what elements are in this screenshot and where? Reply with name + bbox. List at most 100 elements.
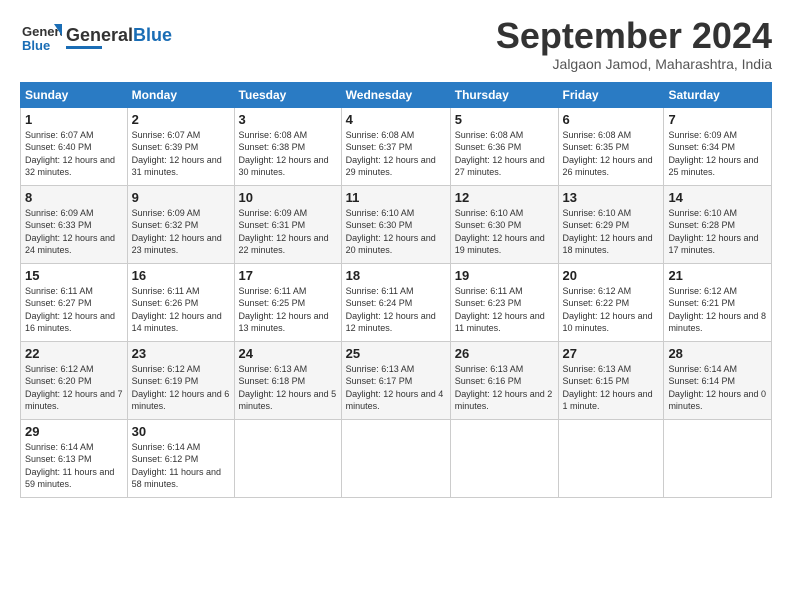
col-friday: Friday (558, 82, 664, 107)
day-number: 22 (25, 346, 123, 361)
day-number: 14 (668, 190, 767, 205)
day-detail: Sunrise: 6:08 AMSunset: 6:37 PMDaylight:… (346, 129, 446, 179)
logo-blue: Blue (133, 25, 172, 45)
day-number: 18 (346, 268, 446, 283)
day-detail: Sunrise: 6:09 AMSunset: 6:34 PMDaylight:… (668, 129, 767, 179)
day-detail: Sunrise: 6:07 AMSunset: 6:40 PMDaylight:… (25, 129, 123, 179)
day-number: 10 (239, 190, 337, 205)
day-number: 25 (346, 346, 446, 361)
calendar-cell: 2 Sunrise: 6:07 AMSunset: 6:39 PMDayligh… (127, 107, 234, 185)
calendar-week-2: 8 Sunrise: 6:09 AMSunset: 6:33 PMDayligh… (21, 185, 772, 263)
col-saturday: Saturday (664, 82, 772, 107)
location-subtitle: Jalgaon Jamod, Maharashtra, India (496, 56, 772, 72)
day-number: 8 (25, 190, 123, 205)
day-detail: Sunrise: 6:12 AMSunset: 6:22 PMDaylight:… (563, 285, 660, 335)
day-number: 7 (668, 112, 767, 127)
calendar-table: Sunday Monday Tuesday Wednesday Thursday… (20, 82, 772, 498)
page-container: General Blue GeneralBlue September 2024 … (0, 0, 792, 508)
calendar-week-5: 29 Sunrise: 6:14 AMSunset: 6:13 PMDaylig… (21, 419, 772, 497)
calendar-cell: 5 Sunrise: 6:08 AMSunset: 6:36 PMDayligh… (450, 107, 558, 185)
calendar-cell: 3 Sunrise: 6:08 AMSunset: 6:38 PMDayligh… (234, 107, 341, 185)
day-number: 2 (132, 112, 230, 127)
day-detail: Sunrise: 6:11 AMSunset: 6:23 PMDaylight:… (455, 285, 554, 335)
calendar-cell: 7 Sunrise: 6:09 AMSunset: 6:34 PMDayligh… (664, 107, 772, 185)
calendar-cell: 21 Sunrise: 6:12 AMSunset: 6:21 PMDaylig… (664, 263, 772, 341)
calendar-cell: 1 Sunrise: 6:07 AMSunset: 6:40 PMDayligh… (21, 107, 128, 185)
day-detail: Sunrise: 6:10 AMSunset: 6:30 PMDaylight:… (455, 207, 554, 257)
logo: General Blue GeneralBlue (20, 16, 172, 58)
day-detail: Sunrise: 6:12 AMSunset: 6:20 PMDaylight:… (25, 363, 123, 413)
day-number: 3 (239, 112, 337, 127)
col-monday: Monday (127, 82, 234, 107)
day-detail: Sunrise: 6:12 AMSunset: 6:19 PMDaylight:… (132, 363, 230, 413)
calendar-cell: 20 Sunrise: 6:12 AMSunset: 6:22 PMDaylig… (558, 263, 664, 341)
day-number: 23 (132, 346, 230, 361)
calendar-cell: 29 Sunrise: 6:14 AMSunset: 6:13 PMDaylig… (21, 419, 128, 497)
day-detail: Sunrise: 6:14 AMSunset: 6:14 PMDaylight:… (668, 363, 767, 413)
day-detail: Sunrise: 6:13 AMSunset: 6:15 PMDaylight:… (563, 363, 660, 413)
calendar-cell: 11 Sunrise: 6:10 AMSunset: 6:30 PMDaylig… (341, 185, 450, 263)
calendar-cell (450, 419, 558, 497)
calendar-cell: 27 Sunrise: 6:13 AMSunset: 6:15 PMDaylig… (558, 341, 664, 419)
calendar-cell: 6 Sunrise: 6:08 AMSunset: 6:35 PMDayligh… (558, 107, 664, 185)
day-detail: Sunrise: 6:09 AMSunset: 6:31 PMDaylight:… (239, 207, 337, 257)
day-detail: Sunrise: 6:13 AMSunset: 6:16 PMDaylight:… (455, 363, 554, 413)
calendar-cell: 17 Sunrise: 6:11 AMSunset: 6:25 PMDaylig… (234, 263, 341, 341)
day-detail: Sunrise: 6:11 AMSunset: 6:24 PMDaylight:… (346, 285, 446, 335)
logo-underline (66, 46, 102, 49)
day-detail: Sunrise: 6:10 AMSunset: 6:30 PMDaylight:… (346, 207, 446, 257)
day-number: 24 (239, 346, 337, 361)
day-number: 1 (25, 112, 123, 127)
calendar-week-3: 15 Sunrise: 6:11 AMSunset: 6:27 PMDaylig… (21, 263, 772, 341)
calendar-cell: 12 Sunrise: 6:10 AMSunset: 6:30 PMDaylig… (450, 185, 558, 263)
day-detail: Sunrise: 6:11 AMSunset: 6:27 PMDaylight:… (25, 285, 123, 335)
calendar-cell (341, 419, 450, 497)
day-number: 15 (25, 268, 123, 283)
calendar-cell: 22 Sunrise: 6:12 AMSunset: 6:20 PMDaylig… (21, 341, 128, 419)
day-detail: Sunrise: 6:08 AMSunset: 6:35 PMDaylight:… (563, 129, 660, 179)
calendar-cell: 19 Sunrise: 6:11 AMSunset: 6:23 PMDaylig… (450, 263, 558, 341)
day-detail: Sunrise: 6:11 AMSunset: 6:25 PMDaylight:… (239, 285, 337, 335)
calendar-cell (664, 419, 772, 497)
day-number: 28 (668, 346, 767, 361)
day-number: 5 (455, 112, 554, 127)
day-number: 13 (563, 190, 660, 205)
day-detail: Sunrise: 6:14 AMSunset: 6:12 PMDaylight:… (132, 441, 230, 491)
calendar-cell (234, 419, 341, 497)
day-number: 11 (346, 190, 446, 205)
day-number: 17 (239, 268, 337, 283)
calendar-week-4: 22 Sunrise: 6:12 AMSunset: 6:20 PMDaylig… (21, 341, 772, 419)
calendar-cell: 28 Sunrise: 6:14 AMSunset: 6:14 PMDaylig… (664, 341, 772, 419)
day-number: 27 (563, 346, 660, 361)
calendar-cell: 24 Sunrise: 6:13 AMSunset: 6:18 PMDaylig… (234, 341, 341, 419)
calendar-cell: 14 Sunrise: 6:10 AMSunset: 6:28 PMDaylig… (664, 185, 772, 263)
day-detail: Sunrise: 6:13 AMSunset: 6:18 PMDaylight:… (239, 363, 337, 413)
day-number: 30 (132, 424, 230, 439)
calendar-cell: 8 Sunrise: 6:09 AMSunset: 6:33 PMDayligh… (21, 185, 128, 263)
day-detail: Sunrise: 6:10 AMSunset: 6:28 PMDaylight:… (668, 207, 767, 257)
day-detail: Sunrise: 6:14 AMSunset: 6:13 PMDaylight:… (25, 441, 123, 491)
month-title: September 2024 (496, 16, 772, 56)
day-number: 4 (346, 112, 446, 127)
calendar-cell: 16 Sunrise: 6:11 AMSunset: 6:26 PMDaylig… (127, 263, 234, 341)
day-number: 6 (563, 112, 660, 127)
calendar-cell: 4 Sunrise: 6:08 AMSunset: 6:37 PMDayligh… (341, 107, 450, 185)
calendar-cell: 15 Sunrise: 6:11 AMSunset: 6:27 PMDaylig… (21, 263, 128, 341)
page-header: General Blue GeneralBlue September 2024 … (20, 16, 772, 72)
calendar-cell (558, 419, 664, 497)
calendar-cell: 10 Sunrise: 6:09 AMSunset: 6:31 PMDaylig… (234, 185, 341, 263)
title-section: September 2024 Jalgaon Jamod, Maharashtr… (496, 16, 772, 72)
day-detail: Sunrise: 6:08 AMSunset: 6:36 PMDaylight:… (455, 129, 554, 179)
day-detail: Sunrise: 6:07 AMSunset: 6:39 PMDaylight:… (132, 129, 230, 179)
day-detail: Sunrise: 6:09 AMSunset: 6:33 PMDaylight:… (25, 207, 123, 257)
day-number: 29 (25, 424, 123, 439)
day-detail: Sunrise: 6:08 AMSunset: 6:38 PMDaylight:… (239, 129, 337, 179)
col-thursday: Thursday (450, 82, 558, 107)
calendar-cell: 23 Sunrise: 6:12 AMSunset: 6:19 PMDaylig… (127, 341, 234, 419)
calendar-cell: 26 Sunrise: 6:13 AMSunset: 6:16 PMDaylig… (450, 341, 558, 419)
day-detail: Sunrise: 6:09 AMSunset: 6:32 PMDaylight:… (132, 207, 230, 257)
day-number: 20 (563, 268, 660, 283)
day-number: 12 (455, 190, 554, 205)
day-detail: Sunrise: 6:10 AMSunset: 6:29 PMDaylight:… (563, 207, 660, 257)
day-number: 16 (132, 268, 230, 283)
